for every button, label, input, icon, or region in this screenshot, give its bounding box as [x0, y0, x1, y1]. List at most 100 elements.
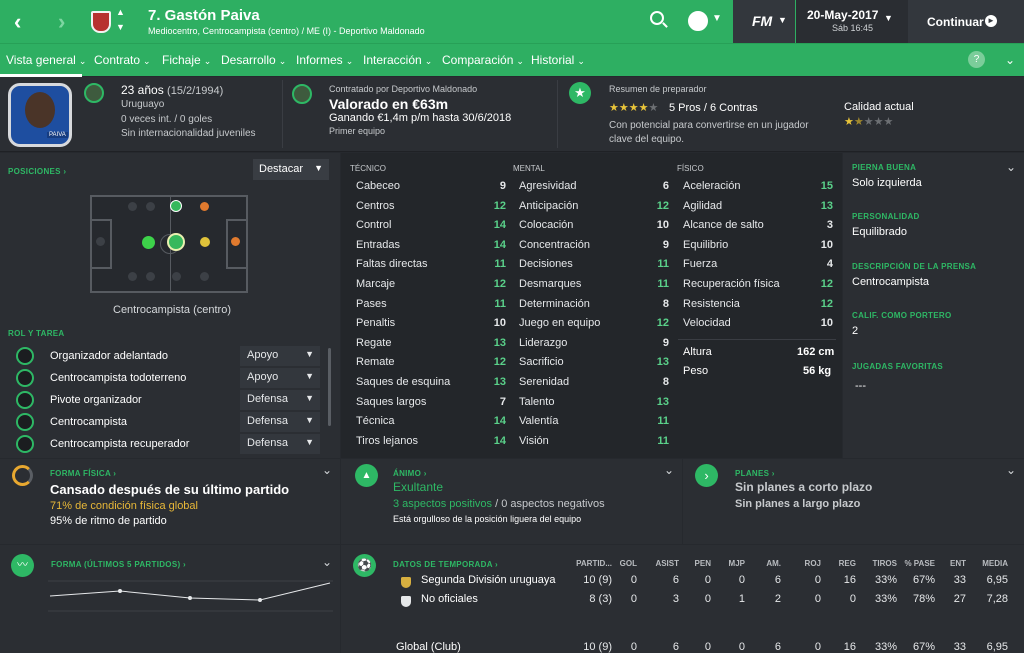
- attribute-value: 12: [820, 278, 833, 290]
- season-cell: 0: [849, 593, 856, 605]
- globe-icon[interactable]: [688, 11, 708, 31]
- season-cell: 33: [953, 641, 966, 653]
- season-cell: 7,28: [986, 593, 1008, 605]
- club-contract-icon: [292, 84, 312, 104]
- season-header[interactable]: MJP: [729, 559, 745, 568]
- attribute-row: Juego en equipo 12: [519, 317, 669, 336]
- season-header[interactable]: ASIST: [655, 559, 679, 568]
- attribute-name: Liderazgo: [519, 336, 568, 349]
- competition-name: Global (Club): [396, 641, 461, 653]
- fitness-chevron-icon[interactable]: ⌄: [322, 463, 332, 477]
- season-header[interactable]: AM.: [766, 559, 781, 568]
- player-switch-up-icon[interactable]: ▲: [116, 7, 125, 17]
- attribute-row: Remate 12: [356, 356, 506, 375]
- plans-short: Sin planes a corto plazo: [735, 480, 873, 494]
- competition-name[interactable]: Segunda División uruguaya: [421, 574, 556, 586]
- season-cell: 0: [814, 574, 821, 586]
- attribute-value: 9: [662, 336, 669, 349]
- form-chevron-icon[interactable]: ⌄: [322, 555, 332, 569]
- highlight-dropdown[interactable]: Destacar ▼: [253, 159, 329, 180]
- role-name[interactable]: Pivote organizador: [50, 394, 142, 406]
- player-switch-down-icon[interactable]: ▼: [116, 22, 125, 32]
- side-chevron-icon[interactable]: ⌄: [1006, 160, 1016, 174]
- attribute-value: 12: [656, 199, 669, 212]
- attribute-row: Agilidad 13: [683, 200, 833, 219]
- role-duty-select[interactable]: Defensa ▼: [240, 390, 320, 410]
- attribute-name: Control: [356, 219, 392, 232]
- tab-bar: Vista general ⌄ Contrato ⌄ Fichaje ⌄ Desarr…: [0, 43, 1024, 77]
- fitness-label[interactable]: FORMA FÍSICA ›: [50, 469, 116, 478]
- season-cell: 0: [630, 593, 637, 605]
- continue-label: Continuar: [927, 15, 984, 29]
- season-label[interactable]: DATOS DE TEMPORADA ›: [393, 560, 498, 569]
- roles-scrollbar[interactable]: [328, 348, 331, 426]
- tab-desarrollo[interactable]: Desarrollo ⌄: [221, 53, 286, 67]
- physical-attributes: Aceleración 15 Agilidad 13 Alcance de salto 3…: [683, 180, 833, 340]
- season-header[interactable]: PARTID...: [576, 559, 612, 568]
- back-button[interactable]: ‹: [14, 9, 21, 35]
- plans-chevron-icon[interactable]: ⌄: [1006, 463, 1016, 477]
- season-cell: 67%: [912, 641, 935, 653]
- season-cell: 33: [953, 574, 966, 586]
- attribute-name: Remate: [356, 356, 395, 369]
- attribute-value: 12: [493, 356, 506, 369]
- attribute-name: Agilidad: [683, 199, 723, 212]
- season-header[interactable]: % PASE: [904, 559, 935, 568]
- role-name[interactable]: Organizador adelantado: [50, 350, 168, 362]
- tab-interaccion[interactable]: Interacción ⌄: [363, 53, 432, 67]
- morale-chevron-icon[interactable]: ⌄: [664, 463, 674, 477]
- foot-value: Solo izquierda: [852, 177, 922, 189]
- season-header[interactable]: MEDIA: [982, 559, 1008, 568]
- role-duty: Apoyo: [247, 349, 279, 361]
- role-name[interactable]: Centrocampista: [50, 416, 127, 428]
- form-label[interactable]: FORMA (ÚLTIMOS 5 PARTIDOS) ›: [51, 560, 186, 569]
- help-icon[interactable]: ?: [968, 51, 985, 68]
- season-cell: 6: [774, 641, 781, 653]
- season-cell: 0: [704, 574, 711, 586]
- tab-vista-general[interactable]: Vista general ⌄: [6, 53, 86, 67]
- season-header[interactable]: ROJ: [805, 559, 821, 568]
- season-header[interactable]: REG: [839, 559, 856, 568]
- role-duty-select[interactable]: Apoyo ▼: [240, 346, 320, 366]
- attribute-name: Equilibrio: [683, 238, 729, 251]
- attribute-value: 13: [656, 356, 669, 369]
- role-duty-select[interactable]: Apoyo ▼: [240, 368, 320, 388]
- plans-label[interactable]: PLANES ›: [735, 469, 775, 478]
- role-duty: Apoyo: [247, 371, 279, 383]
- attribute-row: Velocidad 10: [683, 317, 833, 336]
- fm-chevron-icon: ▼: [778, 15, 787, 25]
- chevron-down-icon[interactable]: ▼: [712, 13, 722, 24]
- season-cell: 0: [738, 574, 745, 586]
- nav-more-chevron-icon[interactable]: ⌄: [1005, 53, 1015, 67]
- role-name[interactable]: Centrocampista recuperador: [50, 438, 189, 450]
- tab-comparacion[interactable]: Comparación ⌄: [442, 53, 524, 67]
- mental-attributes: Agresividad 6 Anticipación 12 Colocación 10 Co…: [519, 180, 669, 460]
- role-duty-select[interactable]: Defensa ▼: [240, 412, 320, 432]
- role-duty-select[interactable]: Defensa ▼: [240, 434, 320, 454]
- attribute-name: Concentración: [519, 238, 590, 251]
- attribute-row: Visión 11: [519, 435, 669, 454]
- attribute-row: Tiros lejanos 14: [356, 435, 506, 454]
- season-header[interactable]: GOL: [620, 559, 637, 568]
- club-badge-icon[interactable]: [91, 11, 111, 33]
- competition-name[interactable]: No oficiales: [421, 593, 478, 605]
- duty-chevron-icon: ▼: [305, 349, 314, 359]
- season-header[interactable]: TIROS: [873, 559, 897, 568]
- forward-button[interactable]: ›: [58, 9, 65, 35]
- season-header[interactable]: PEN: [695, 559, 711, 568]
- attribute-name: Saques largos: [356, 395, 427, 408]
- tab-informes[interactable]: Informes ⌄: [296, 53, 353, 67]
- season-cell: 1: [738, 593, 745, 605]
- morale-label[interactable]: ÁNIMO ›: [393, 469, 427, 478]
- tab-contrato[interactable]: Contrato ⌄: [94, 53, 151, 67]
- positions-label[interactable]: POSICIONES ›: [8, 167, 66, 176]
- attribute-row: Alcance de salto 3: [683, 219, 833, 238]
- role-name[interactable]: Centrocampista todoterreno: [50, 372, 186, 384]
- attribute-value: 10: [493, 317, 506, 330]
- season-header[interactable]: ENT: [950, 559, 966, 568]
- attribute-name: Técnica: [356, 415, 395, 428]
- attribute-value: 13: [493, 336, 506, 349]
- attribute-value: 7: [499, 395, 506, 408]
- tab-historial[interactable]: Historial ⌄: [531, 53, 585, 67]
- tab-fichaje[interactable]: Fichaje ⌄: [162, 53, 211, 67]
